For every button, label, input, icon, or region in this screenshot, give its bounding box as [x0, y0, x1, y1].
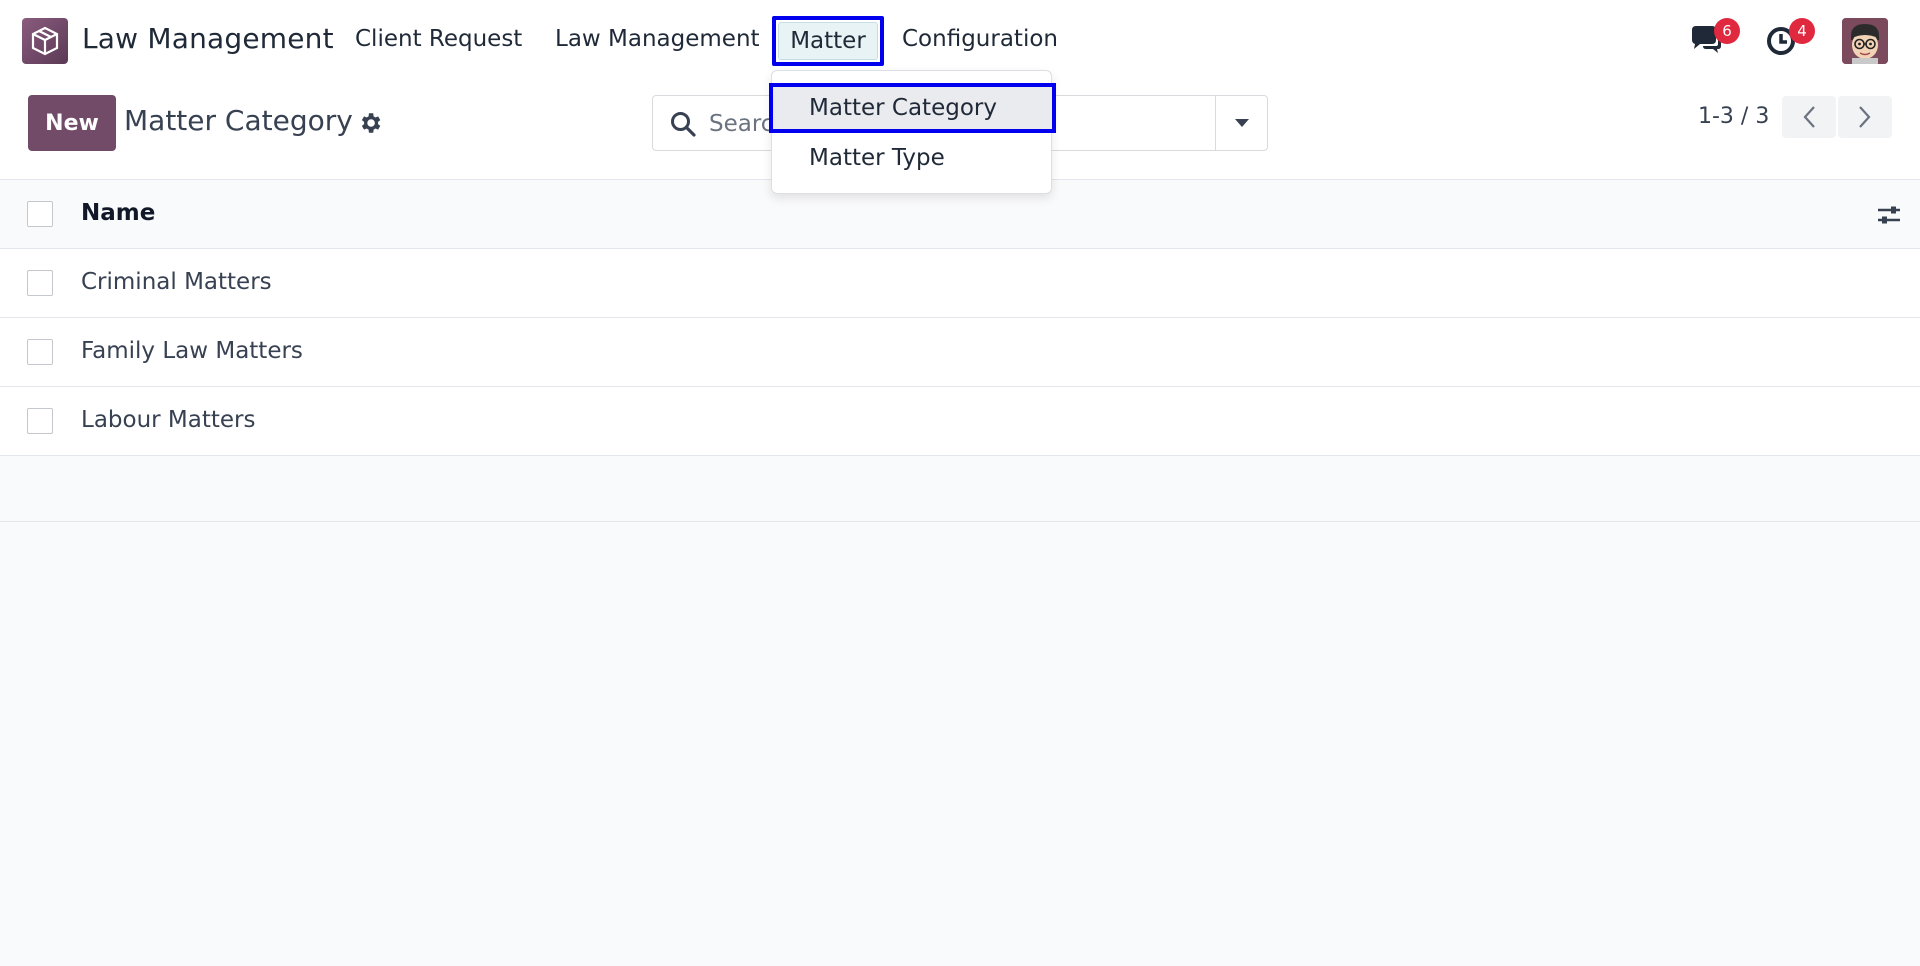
menu-matter[interactable]: Matter: [772, 16, 884, 66]
dropdown-item-label: Matter Type: [809, 145, 945, 171]
list-view: Name Criminal Matters Family Law Matters…: [0, 180, 1920, 522]
new-button[interactable]: New: [28, 95, 116, 151]
optional-columns-icon[interactable]: [1875, 201, 1903, 229]
select-all-checkbox[interactable]: [27, 201, 53, 227]
messages-button[interactable]: 6: [1688, 18, 1740, 60]
chevron-right-icon: [1859, 106, 1871, 128]
caret-down-icon: [1234, 119, 1249, 127]
table-row[interactable]: Labour Matters: [0, 387, 1920, 456]
activities-badge: 4: [1789, 18, 1815, 44]
list-footer: [0, 456, 1920, 522]
gear-icon[interactable]: [357, 110, 383, 136]
matter-dropdown-menu: Matter Category Matter Type: [769, 70, 1056, 194]
search-icon: [669, 110, 697, 138]
table-row[interactable]: Family Law Matters: [0, 318, 1920, 387]
row-checkbox[interactable]: [27, 270, 53, 296]
dropdown-item-matter-type[interactable]: Matter Type: [772, 133, 1053, 183]
app-name[interactable]: Law Management: [82, 22, 334, 55]
row-checkbox[interactable]: [27, 408, 53, 434]
activities-button[interactable]: 4: [1763, 18, 1815, 60]
pager-next-button[interactable]: [1838, 96, 1892, 138]
pager-previous-button[interactable]: [1782, 96, 1836, 138]
top-navbar: Law Management Client Request Law Manage…: [0, 0, 1920, 80]
app-logo-icon[interactable]: [22, 18, 68, 64]
page-title[interactable]: Matter Category: [124, 104, 353, 137]
menu-client-request[interactable]: Client Request: [355, 26, 522, 52]
table-row[interactable]: Criminal Matters: [0, 249, 1920, 318]
row-checkbox[interactable]: [27, 339, 53, 365]
menu-matter-label[interactable]: Matter: [778, 22, 878, 60]
search-options-toggle[interactable]: [1215, 96, 1267, 150]
dropdown-item-matter-category[interactable]: Matter Category: [769, 83, 1056, 133]
avatar[interactable]: [1842, 18, 1888, 64]
menu-law-management[interactable]: Law Management: [555, 26, 760, 52]
menu-configuration[interactable]: Configuration: [902, 26, 1058, 52]
chevron-left-icon: [1803, 106, 1815, 128]
messages-badge: 6: [1714, 18, 1740, 44]
pager-value[interactable]: 1-3 / 3: [1698, 104, 1769, 129]
row-name[interactable]: Criminal Matters: [81, 269, 272, 295]
row-name[interactable]: Labour Matters: [81, 407, 256, 433]
row-name[interactable]: Family Law Matters: [81, 338, 303, 364]
column-header-name[interactable]: Name: [81, 200, 155, 226]
dropdown-item-label: Matter Category: [809, 95, 997, 121]
